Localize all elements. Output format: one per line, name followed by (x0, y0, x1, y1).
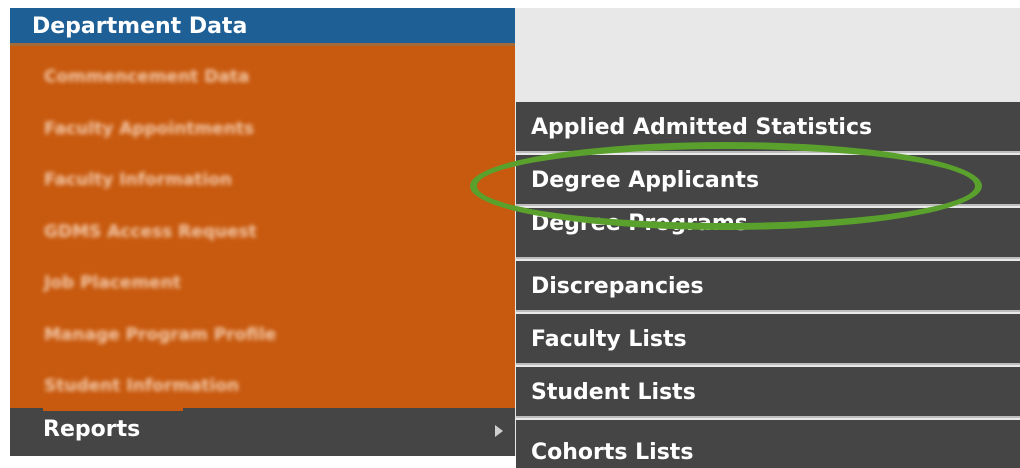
department-data-menu: Department Data Commencement Data Facult… (10, 8, 515, 456)
reports-label: Reports (43, 417, 141, 442)
menu-header: Department Data (10, 8, 515, 46)
menu-item-manage-program-profile[interactable]: Manage Program Profile (44, 320, 276, 350)
reports-accent-bar (43, 408, 183, 411)
submenu-item-applied-admitted-statistics[interactable]: Applied Admitted Statistics (516, 102, 1020, 153)
menu-item-reports[interactable]: Reports (10, 408, 515, 456)
submenu-item-student-lists[interactable]: Student Lists (516, 367, 1020, 418)
submenu-item-discrepancies[interactable]: Discrepancies (516, 261, 1020, 312)
menu-item-faculty-information[interactable]: Faculty Information (44, 165, 232, 195)
submenu-item-degree-programs[interactable]: Degree Programs (516, 208, 1020, 259)
menu-item-faculty-appointments[interactable]: Faculty Appointments (44, 114, 254, 144)
submenu-item-cohorts-lists[interactable]: Cohorts Lists (516, 420, 1020, 468)
menu-item-student-information[interactable]: Student Information (44, 371, 239, 401)
menu-item-job-placement[interactable]: Job Placement (44, 268, 181, 298)
menu-item-commencement-data[interactable]: Commencement Data (44, 62, 249, 92)
chevron-right-icon (495, 425, 503, 437)
reports-submenu: Applied Admitted Statistics Degree Appli… (516, 102, 1020, 468)
submenu-item-degree-applicants[interactable]: Degree Applicants (516, 155, 1020, 206)
submenu-item-faculty-lists[interactable]: Faculty Lists (516, 314, 1020, 365)
menu-item-gdms-access-request[interactable]: GDMS Access Request (44, 217, 257, 247)
